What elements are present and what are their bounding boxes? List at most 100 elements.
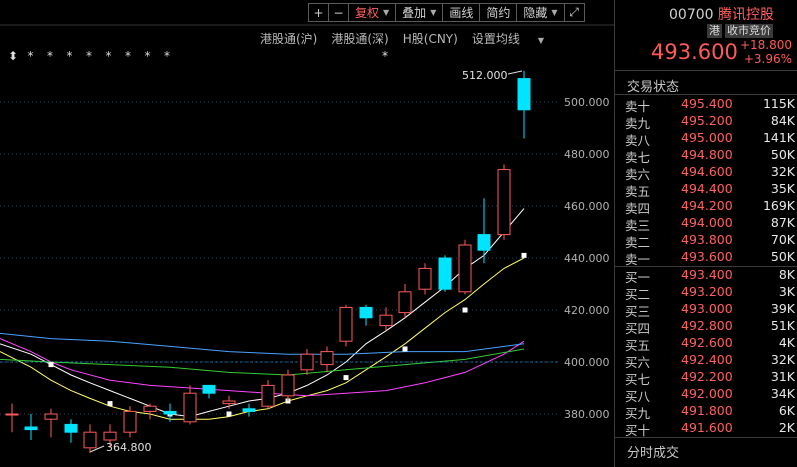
ma-settings-label: 设置均线 [471, 32, 520, 46]
candle [242, 403, 256, 417]
ask-row[interactable]: 卖一 493.600 50K [625, 249, 795, 267]
bid-row[interactable]: 买九 491.800 6K [625, 403, 795, 421]
draw-line-button[interactable]: 画线 [442, 3, 481, 22]
quote-panel: 00700 腾讯控股 港 收市竞价 493.600 +18.800 +3.96%… [614, 0, 797, 467]
stock-header: 00700 腾讯控股 [669, 4, 774, 24]
bid-row[interactable]: 买十 491.600 2K [625, 420, 795, 438]
y-axis-label: 460.000 [564, 200, 610, 213]
low-price-label: 364.800 [106, 441, 152, 454]
ma-settings-link[interactable]: 设置均线 ▼ [472, 30, 558, 47]
candlestick-chart[interactable] [0, 0, 614, 467]
candle-body [398, 291, 412, 314]
bid-row[interactable]: 买二 493.200 3K [625, 284, 795, 302]
ask-row[interactable]: 卖八 495.000 141K [625, 130, 795, 148]
ask-price: 493.600 [681, 249, 733, 264]
divider [615, 94, 797, 95]
candle-body [24, 426, 38, 431]
price-change: +18.800 [739, 38, 792, 52]
kline-chart-area[interactable]: + − 复权 ▼ 叠加 ▼ 画线 简约 隐藏 ▼ ⤢ 港股通(沪) 港股通(深) H股… [0, 0, 614, 467]
price-change-pct: +3.96% [743, 52, 792, 66]
auction-status-tag: 收市竞价 [725, 24, 773, 38]
event-marker[interactable]: * [86, 49, 106, 63]
market-tag: 港 [707, 24, 722, 38]
candle-body [103, 431, 117, 441]
chart-subbar: 港股通(沪) 港股通(深) H股(CNY) 设置均线 ▼ [260, 30, 572, 47]
candle-body [202, 384, 216, 394]
chevron-down-icon: ▼ [383, 8, 390, 17]
bid-row[interactable]: 买一 493.400 8K [625, 267, 795, 285]
simple-mode-button[interactable]: 简约 [479, 3, 518, 22]
bid-row[interactable]: 买六 492.400 32K [625, 352, 795, 370]
candle [44, 408, 58, 438]
y-axis-label: 420.000 [564, 304, 610, 317]
bid-price: 492.200 [681, 369, 733, 384]
chevron-down-icon: ▼ [537, 36, 544, 45]
zoom-out-button[interactable]: − [328, 3, 349, 22]
candle [202, 384, 216, 399]
ask-row[interactable]: 卖五 494.400 35K [625, 181, 795, 199]
ask-volume: 141K [762, 130, 795, 145]
zoom-in-button[interactable]: + [308, 3, 329, 22]
ma-marker [107, 401, 113, 407]
bid-row[interactable]: 买四 492.800 51K [625, 318, 795, 336]
ask-row[interactable]: 卖七 494.800 50K [625, 147, 795, 165]
high-price-pointer [507, 70, 523, 75]
ask-row[interactable]: 卖二 493.800 70K [625, 232, 795, 250]
ask-row[interactable]: 卖九 495.200 84K [625, 113, 795, 131]
event-marker[interactable]: * [145, 49, 165, 63]
stock-name: 腾讯控股 [718, 7, 774, 23]
fuquan-label: 复权 [355, 6, 380, 20]
candle [320, 346, 334, 373]
overlay-button[interactable]: 叠加 ▼ [395, 3, 444, 22]
hide-label: 隐藏 [523, 6, 548, 20]
candle-body [143, 405, 157, 412]
ask-row[interactable]: 卖三 494.000 87K [625, 215, 795, 233]
last-price: 493.600 [651, 40, 738, 64]
candle-body [359, 306, 373, 319]
hide-button[interactable]: 隐藏 ▼ [516, 3, 565, 22]
event-marker[interactable]: * [67, 49, 87, 63]
ask-row[interactable]: 卖十 495.400 115K [625, 96, 795, 114]
ask-row[interactable]: 卖四 494.200 169K [625, 198, 795, 216]
tab-time-and-sales[interactable]: 分时成交 [627, 442, 679, 461]
candle [183, 385, 197, 425]
candle-body [339, 306, 353, 342]
hk-connect-sh-link[interactable]: 港股通(沪) [260, 30, 317, 47]
candle-body [183, 392, 197, 423]
fuquan-button[interactable]: 复权 ▼ [348, 3, 397, 22]
candle [24, 414, 38, 440]
candle [339, 304, 353, 347]
bid-volume: 6K [778, 403, 795, 418]
ma-marker [226, 411, 232, 417]
ask-price: 494.000 [681, 215, 733, 230]
ask-price: 494.200 [681, 198, 733, 213]
bid-volume: 51K [770, 318, 795, 333]
event-marker[interactable]: * [382, 49, 388, 63]
bid-volume: 34K [770, 386, 795, 401]
bid-row[interactable]: 买八 492.000 34K [625, 386, 795, 404]
ask-row[interactable]: 卖六 494.600 32K [625, 164, 795, 182]
bid-volume: 31K [770, 369, 795, 384]
high-price-label: 512.000 [462, 69, 508, 82]
h-share-link[interactable]: H股(CNY) [403, 30, 458, 47]
candle-body [261, 384, 275, 407]
bid-row[interactable]: 买七 492.200 31K [625, 369, 795, 387]
event-marker[interactable]: ⬍ [8, 49, 28, 63]
event-marker[interactable]: * [28, 49, 48, 63]
expand-icon[interactable]: ⤢ [563, 3, 585, 22]
y-axis-label: 380.000 [564, 408, 610, 421]
event-marker[interactable]: * [47, 49, 67, 63]
hk-connect-sz-link[interactable]: 港股通(深) [331, 30, 388, 47]
candle [83, 424, 97, 453]
divider [615, 70, 797, 71]
candle-body [477, 234, 491, 251]
event-marker[interactable]: * [106, 49, 126, 63]
event-marker[interactable]: * [164, 49, 184, 63]
candle-body [438, 257, 452, 290]
ask-volume: 35K [770, 181, 795, 196]
candle [458, 239, 472, 295]
bid-row[interactable]: 买五 492.600 4K [625, 335, 795, 353]
candle-body [320, 351, 334, 366]
bid-row[interactable]: 买三 493.000 39K [625, 301, 795, 319]
event-marker[interactable]: * [125, 49, 145, 63]
